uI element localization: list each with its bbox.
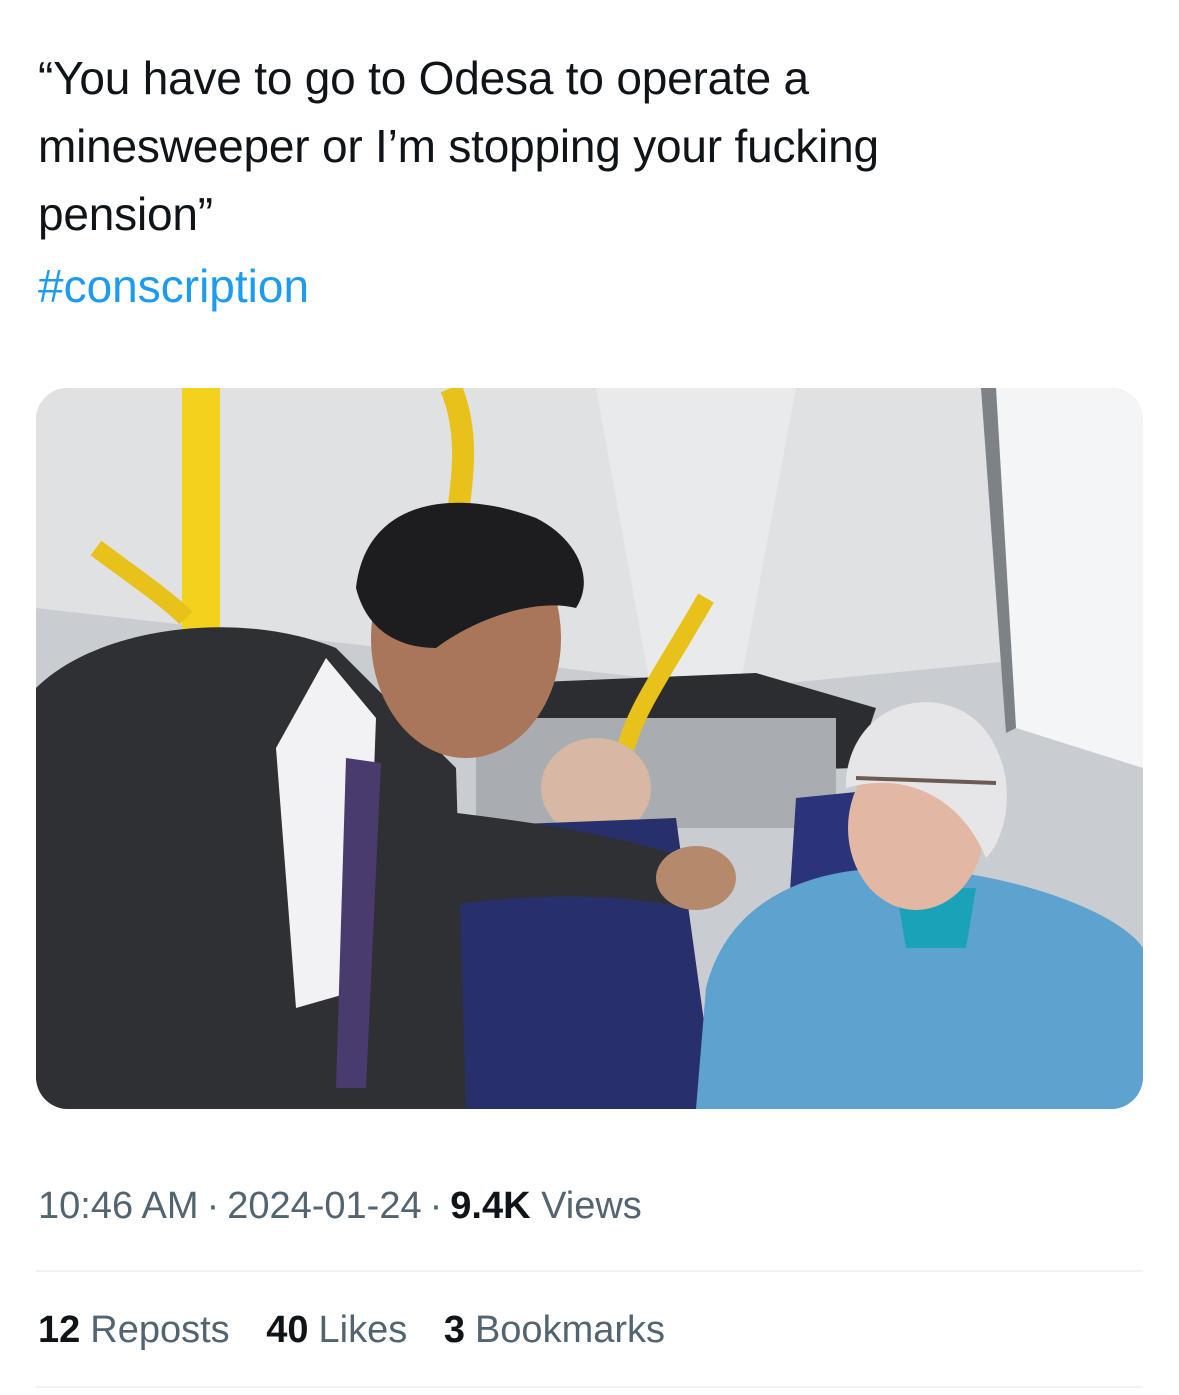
likes-count: 40 xyxy=(266,1309,309,1351)
meta-separator: · xyxy=(429,1185,443,1227)
tweet-text-line: “You have to go to Odesa to operate a xyxy=(38,52,809,104)
views-label: Views xyxy=(541,1185,642,1227)
reposts-count: 12 xyxy=(38,1309,81,1351)
tweet-date[interactable]: 2024-01-24 xyxy=(227,1185,421,1227)
photo-illustration xyxy=(36,388,1143,1109)
bookmarks-count: 3 xyxy=(443,1309,465,1351)
reposts-stat[interactable]: 12 Reposts xyxy=(38,1304,230,1356)
tweet-meta: 10:46 AM · 2024-01-24 · 9.4K Views xyxy=(38,1180,642,1232)
bookmarks-label: Bookmarks xyxy=(474,1309,666,1351)
reposts-label: Reposts xyxy=(90,1309,230,1351)
likes-stat[interactable]: 40 Likes xyxy=(266,1304,407,1356)
meta-separator: · xyxy=(206,1185,220,1227)
tweet-time[interactable]: 10:46 AM xyxy=(38,1185,199,1227)
likes-label: Likes xyxy=(318,1309,408,1351)
hashtag-link[interactable]: #conscription xyxy=(38,252,309,320)
tweet-text-line: pension” xyxy=(38,188,213,240)
engagement-stats: 12 Reposts 40 Likes 3 Bookmarks xyxy=(38,1304,691,1356)
divider xyxy=(36,1270,1143,1272)
tweet-text: “You have to go to Odesa to operate a mi… xyxy=(38,44,1138,248)
tweet-text-line: minesweeper or I’m stopping your fucking xyxy=(38,120,879,172)
views-count: 9.4K xyxy=(450,1185,531,1227)
divider xyxy=(36,1386,1143,1388)
bookmarks-stat[interactable]: 3 Bookmarks xyxy=(444,1304,665,1356)
tweet-photo[interactable] xyxy=(36,388,1143,1109)
